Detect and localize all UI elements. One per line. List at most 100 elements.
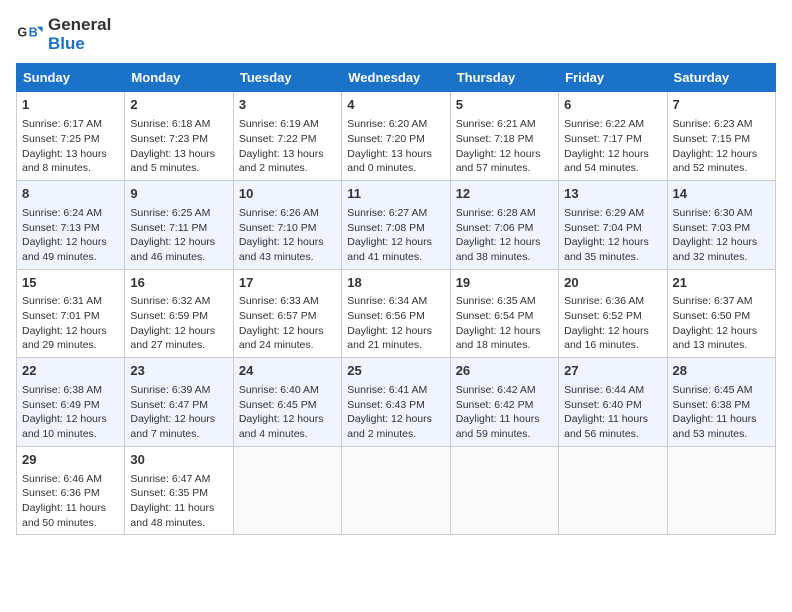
weekday-header: Wednesday bbox=[342, 64, 450, 92]
day-info: Sunrise: 6:19 AM Sunset: 7:22 PM Dayligh… bbox=[239, 117, 336, 176]
day-info: Sunrise: 6:34 AM Sunset: 6:56 PM Dayligh… bbox=[347, 294, 444, 353]
day-number: 6 bbox=[564, 96, 661, 115]
calendar-cell: 7 Sunrise: 6:23 AM Sunset: 7:15 PM Daylig… bbox=[667, 92, 775, 181]
day-info: Sunrise: 6:18 AM Sunset: 7:23 PM Dayligh… bbox=[130, 117, 227, 176]
day-info: Sunrise: 6:29 AM Sunset: 7:04 PM Dayligh… bbox=[564, 206, 661, 265]
day-info: Sunrise: 6:40 AM Sunset: 6:45 PM Dayligh… bbox=[239, 383, 336, 442]
day-number: 22 bbox=[22, 362, 119, 381]
day-number: 10 bbox=[239, 185, 336, 204]
calendar-week-row: 8Sunrise: 6:24 AM Sunset: 7:13 PM Daylig… bbox=[17, 180, 776, 269]
day-info: Sunrise: 6:32 AM Sunset: 6:59 PM Dayligh… bbox=[130, 294, 227, 353]
day-number: 26 bbox=[456, 362, 553, 381]
svg-text:G: G bbox=[17, 25, 27, 39]
calendar-cell: 24 Sunrise: 6:40 AM Sunset: 6:45 PM Dayli… bbox=[233, 358, 341, 447]
calendar-header: SundayMondayTuesdayWednesdayThursdayFrid… bbox=[17, 64, 776, 92]
day-number: 8 bbox=[22, 185, 119, 204]
day-info: Sunrise: 6:27 AM Sunset: 7:08 PM Dayligh… bbox=[347, 206, 444, 265]
calendar-cell: 17Sunrise: 6:33 AM Sunset: 6:57 PM Dayli… bbox=[233, 269, 341, 358]
day-info: Sunrise: 6:30 AM Sunset: 7:03 PM Dayligh… bbox=[673, 206, 770, 265]
calendar-body: 1Sunrise: 6:17 AM Sunset: 7:25 PM Daylig… bbox=[17, 92, 776, 535]
day-info: Sunrise: 6:46 AM Sunset: 6:36 PM Dayligh… bbox=[22, 472, 119, 531]
day-number: 3 bbox=[239, 96, 336, 115]
calendar-cell: 1Sunrise: 6:17 AM Sunset: 7:25 PM Daylig… bbox=[17, 92, 125, 181]
day-info: Sunrise: 6:28 AM Sunset: 7:06 PM Dayligh… bbox=[456, 206, 553, 265]
calendar-cell: 11 Sunrise: 6:27 AM Sunset: 7:08 PM Dayli… bbox=[342, 180, 450, 269]
calendar-cell: 27 Sunrise: 6:44 AM Sunset: 6:40 PM Dayli… bbox=[559, 358, 667, 447]
day-number: 20 bbox=[564, 274, 661, 293]
day-number: 16 bbox=[130, 274, 227, 293]
calendar-cell bbox=[233, 446, 341, 535]
day-number: 7 bbox=[673, 96, 770, 115]
day-info: Sunrise: 6:31 AM Sunset: 7:01 PM Dayligh… bbox=[22, 294, 119, 353]
day-info: Sunrise: 6:17 AM Sunset: 7:25 PM Dayligh… bbox=[22, 117, 119, 176]
calendar-cell: 6 Sunrise: 6:22 AM Sunset: 7:17 PM Daylig… bbox=[559, 92, 667, 181]
weekday-header: Friday bbox=[559, 64, 667, 92]
weekday-row: SundayMondayTuesdayWednesdayThursdayFrid… bbox=[17, 64, 776, 92]
calendar-cell bbox=[342, 446, 450, 535]
day-info: Sunrise: 6:41 AM Sunset: 6:43 PM Dayligh… bbox=[347, 383, 444, 442]
calendar-week-row: 29 Sunrise: 6:46 AM Sunset: 6:36 PM Dayli… bbox=[17, 446, 776, 535]
day-info: Sunrise: 6:25 AM Sunset: 7:11 PM Dayligh… bbox=[130, 206, 227, 265]
day-number: 17 bbox=[239, 274, 336, 293]
calendar-cell bbox=[450, 446, 558, 535]
weekday-header: Saturday bbox=[667, 64, 775, 92]
calendar-table: SundayMondayTuesdayWednesdayThursdayFrid… bbox=[16, 63, 776, 535]
day-info: Sunrise: 6:38 AM Sunset: 6:49 PM Dayligh… bbox=[22, 383, 119, 442]
calendar-cell: 4Sunrise: 6:20 AM Sunset: 7:20 PM Daylig… bbox=[342, 92, 450, 181]
calendar-cell: 19Sunrise: 6:35 AM Sunset: 6:54 PM Dayli… bbox=[450, 269, 558, 358]
calendar-cell bbox=[667, 446, 775, 535]
page-header: G B General Blue bbox=[16, 16, 776, 53]
calendar-cell: 8Sunrise: 6:24 AM Sunset: 7:13 PM Daylig… bbox=[17, 180, 125, 269]
day-number: 21 bbox=[673, 274, 770, 293]
day-number: 24 bbox=[239, 362, 336, 381]
calendar-cell: 12 Sunrise: 6:28 AM Sunset: 7:06 PM Dayli… bbox=[450, 180, 558, 269]
day-number: 13 bbox=[564, 185, 661, 204]
weekday-header: Thursday bbox=[450, 64, 558, 92]
calendar-cell: 14 Sunrise: 6:30 AM Sunset: 7:03 PM Dayli… bbox=[667, 180, 775, 269]
day-number: 11 bbox=[347, 185, 444, 204]
day-info: Sunrise: 6:35 AM Sunset: 6:54 PM Dayligh… bbox=[456, 294, 553, 353]
day-number: 19 bbox=[456, 274, 553, 293]
calendar-cell: 20Sunrise: 6:36 AM Sunset: 6:52 PM Dayli… bbox=[559, 269, 667, 358]
day-info: Sunrise: 6:47 AM Sunset: 6:35 PM Dayligh… bbox=[130, 472, 227, 531]
calendar-cell: 16Sunrise: 6:32 AM Sunset: 6:59 PM Dayli… bbox=[125, 269, 233, 358]
weekday-header: Tuesday bbox=[233, 64, 341, 92]
day-number: 14 bbox=[673, 185, 770, 204]
logo: G B General Blue bbox=[16, 16, 111, 53]
day-number: 2 bbox=[130, 96, 227, 115]
calendar-cell: 10 Sunrise: 6:26 AM Sunset: 7:10 PM Dayli… bbox=[233, 180, 341, 269]
day-info: Sunrise: 6:39 AM Sunset: 6:47 PM Dayligh… bbox=[130, 383, 227, 442]
calendar-week-row: 1Sunrise: 6:17 AM Sunset: 7:25 PM Daylig… bbox=[17, 92, 776, 181]
day-number: 27 bbox=[564, 362, 661, 381]
day-info: Sunrise: 6:44 AM Sunset: 6:40 PM Dayligh… bbox=[564, 383, 661, 442]
day-number: 29 bbox=[22, 451, 119, 470]
day-info: Sunrise: 6:23 AM Sunset: 7:15 PM Dayligh… bbox=[673, 117, 770, 176]
day-info: Sunrise: 6:42 AM Sunset: 6:42 PM Dayligh… bbox=[456, 383, 553, 442]
calendar-cell: 30Sunrise: 6:47 AM Sunset: 6:35 PM Dayli… bbox=[125, 446, 233, 535]
calendar-cell: 2 Sunrise: 6:18 AM Sunset: 7:23 PM Daylig… bbox=[125, 92, 233, 181]
day-info: Sunrise: 6:22 AM Sunset: 7:17 PM Dayligh… bbox=[564, 117, 661, 176]
calendar-cell: 21Sunrise: 6:37 AM Sunset: 6:50 PM Dayli… bbox=[667, 269, 775, 358]
day-number: 4 bbox=[347, 96, 444, 115]
calendar-cell: 9 Sunrise: 6:25 AM Sunset: 7:11 PM Daylig… bbox=[125, 180, 233, 269]
day-info: Sunrise: 6:33 AM Sunset: 6:57 PM Dayligh… bbox=[239, 294, 336, 353]
day-info: Sunrise: 6:21 AM Sunset: 7:18 PM Dayligh… bbox=[456, 117, 553, 176]
weekday-header: Sunday bbox=[17, 64, 125, 92]
day-number: 28 bbox=[673, 362, 770, 381]
calendar-week-row: 15Sunrise: 6:31 AM Sunset: 7:01 PM Dayli… bbox=[17, 269, 776, 358]
day-info: Sunrise: 6:45 AM Sunset: 6:38 PM Dayligh… bbox=[673, 383, 770, 442]
calendar-week-row: 22 Sunrise: 6:38 AM Sunset: 6:49 PM Dayli… bbox=[17, 358, 776, 447]
day-info: Sunrise: 6:26 AM Sunset: 7:10 PM Dayligh… bbox=[239, 206, 336, 265]
calendar-cell: 13 Sunrise: 6:29 AM Sunset: 7:04 PM Dayli… bbox=[559, 180, 667, 269]
weekday-header: Monday bbox=[125, 64, 233, 92]
calendar-cell: 3 Sunrise: 6:19 AM Sunset: 7:22 PM Daylig… bbox=[233, 92, 341, 181]
day-number: 23 bbox=[130, 362, 227, 381]
logo-text: General Blue bbox=[48, 16, 111, 53]
calendar-cell: 28 Sunrise: 6:45 AM Sunset: 6:38 PM Dayli… bbox=[667, 358, 775, 447]
svg-text:B: B bbox=[29, 25, 38, 39]
day-number: 12 bbox=[456, 185, 553, 204]
day-number: 25 bbox=[347, 362, 444, 381]
calendar-cell: 25 Sunrise: 6:41 AM Sunset: 6:43 PM Dayli… bbox=[342, 358, 450, 447]
day-number: 9 bbox=[130, 185, 227, 204]
logo-icon: G B bbox=[16, 21, 44, 49]
